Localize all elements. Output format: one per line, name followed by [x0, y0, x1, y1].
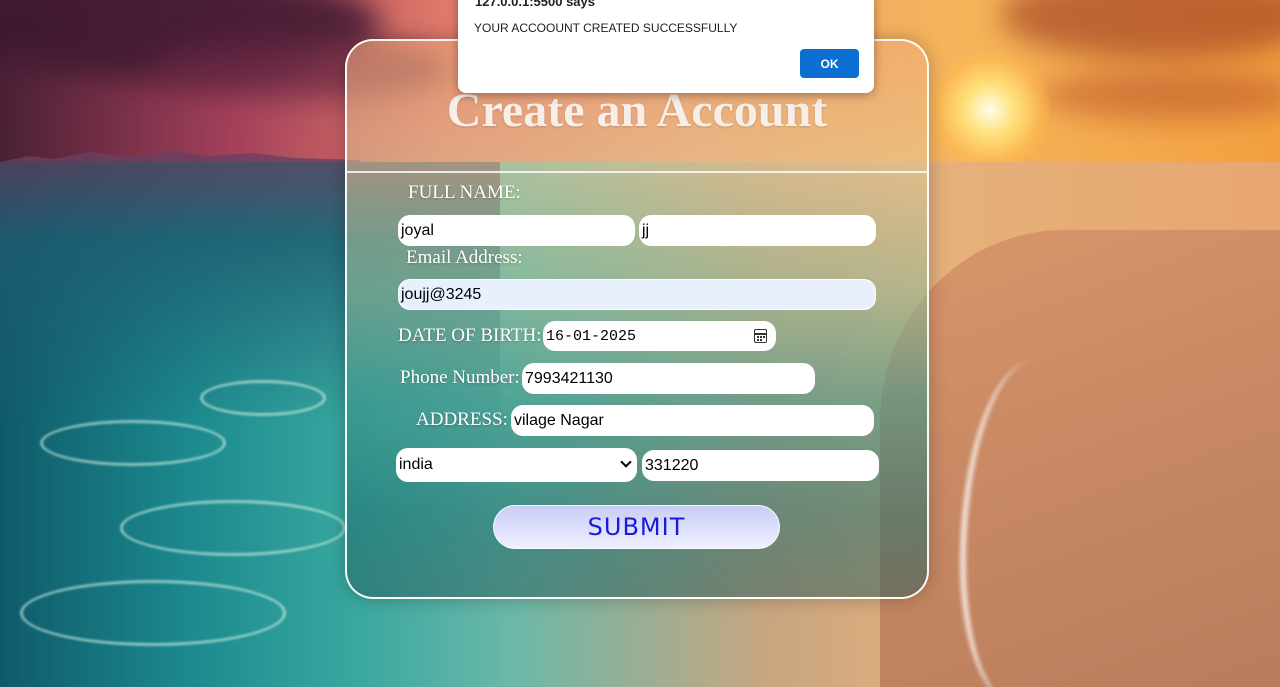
chevron-down-icon	[620, 456, 632, 468]
submit-button[interactable]: SUBMIT	[493, 505, 780, 549]
water-ripple	[20, 580, 286, 646]
country-select[interactable]: india	[396, 448, 637, 482]
water-ripple	[200, 380, 326, 416]
calendar-icon[interactable]	[754, 329, 767, 343]
pincode-input[interactable]: 331220	[642, 450, 879, 481]
ok-button[interactable]: OK	[800, 49, 859, 78]
dob-value: 16-01-2025	[546, 327, 637, 345]
country-select-value: india	[399, 456, 433, 473]
phone-input[interactable]: 7993421130	[522, 363, 815, 394]
last-name-input[interactable]: jj	[639, 215, 876, 246]
phone-label: Phone Number:	[400, 367, 520, 388]
address-input[interactable]: vilage Nagar	[511, 405, 874, 436]
address-label: ADDRESS:	[416, 409, 508, 430]
dialog-message: YOUR ACCOOUNT CREATED SUCCESSFULLY	[474, 21, 738, 35]
email-input[interactable]: joujj@3245	[398, 279, 876, 310]
alert-dialog: 127.0.0.1:5500 says YOUR ACCOOUNT CREATE…	[458, 0, 874, 93]
dob-label: DATE OF BIRTH:	[398, 325, 542, 346]
sun	[930, 50, 1050, 170]
dialog-title: 127.0.0.1:5500 says	[475, 0, 595, 9]
title-divider	[347, 171, 927, 173]
dob-input[interactable]: 16-01-2025	[543, 321, 776, 351]
water-ripple	[40, 420, 226, 466]
email-label: Email Address:	[406, 247, 523, 268]
full-name-label: FULL NAME:	[408, 182, 521, 203]
first-name-input[interactable]: joyal	[398, 215, 635, 246]
water-ripple	[120, 500, 346, 556]
signup-form-card: Create an Account FULL NAME: joyal jj Em…	[345, 39, 929, 599]
